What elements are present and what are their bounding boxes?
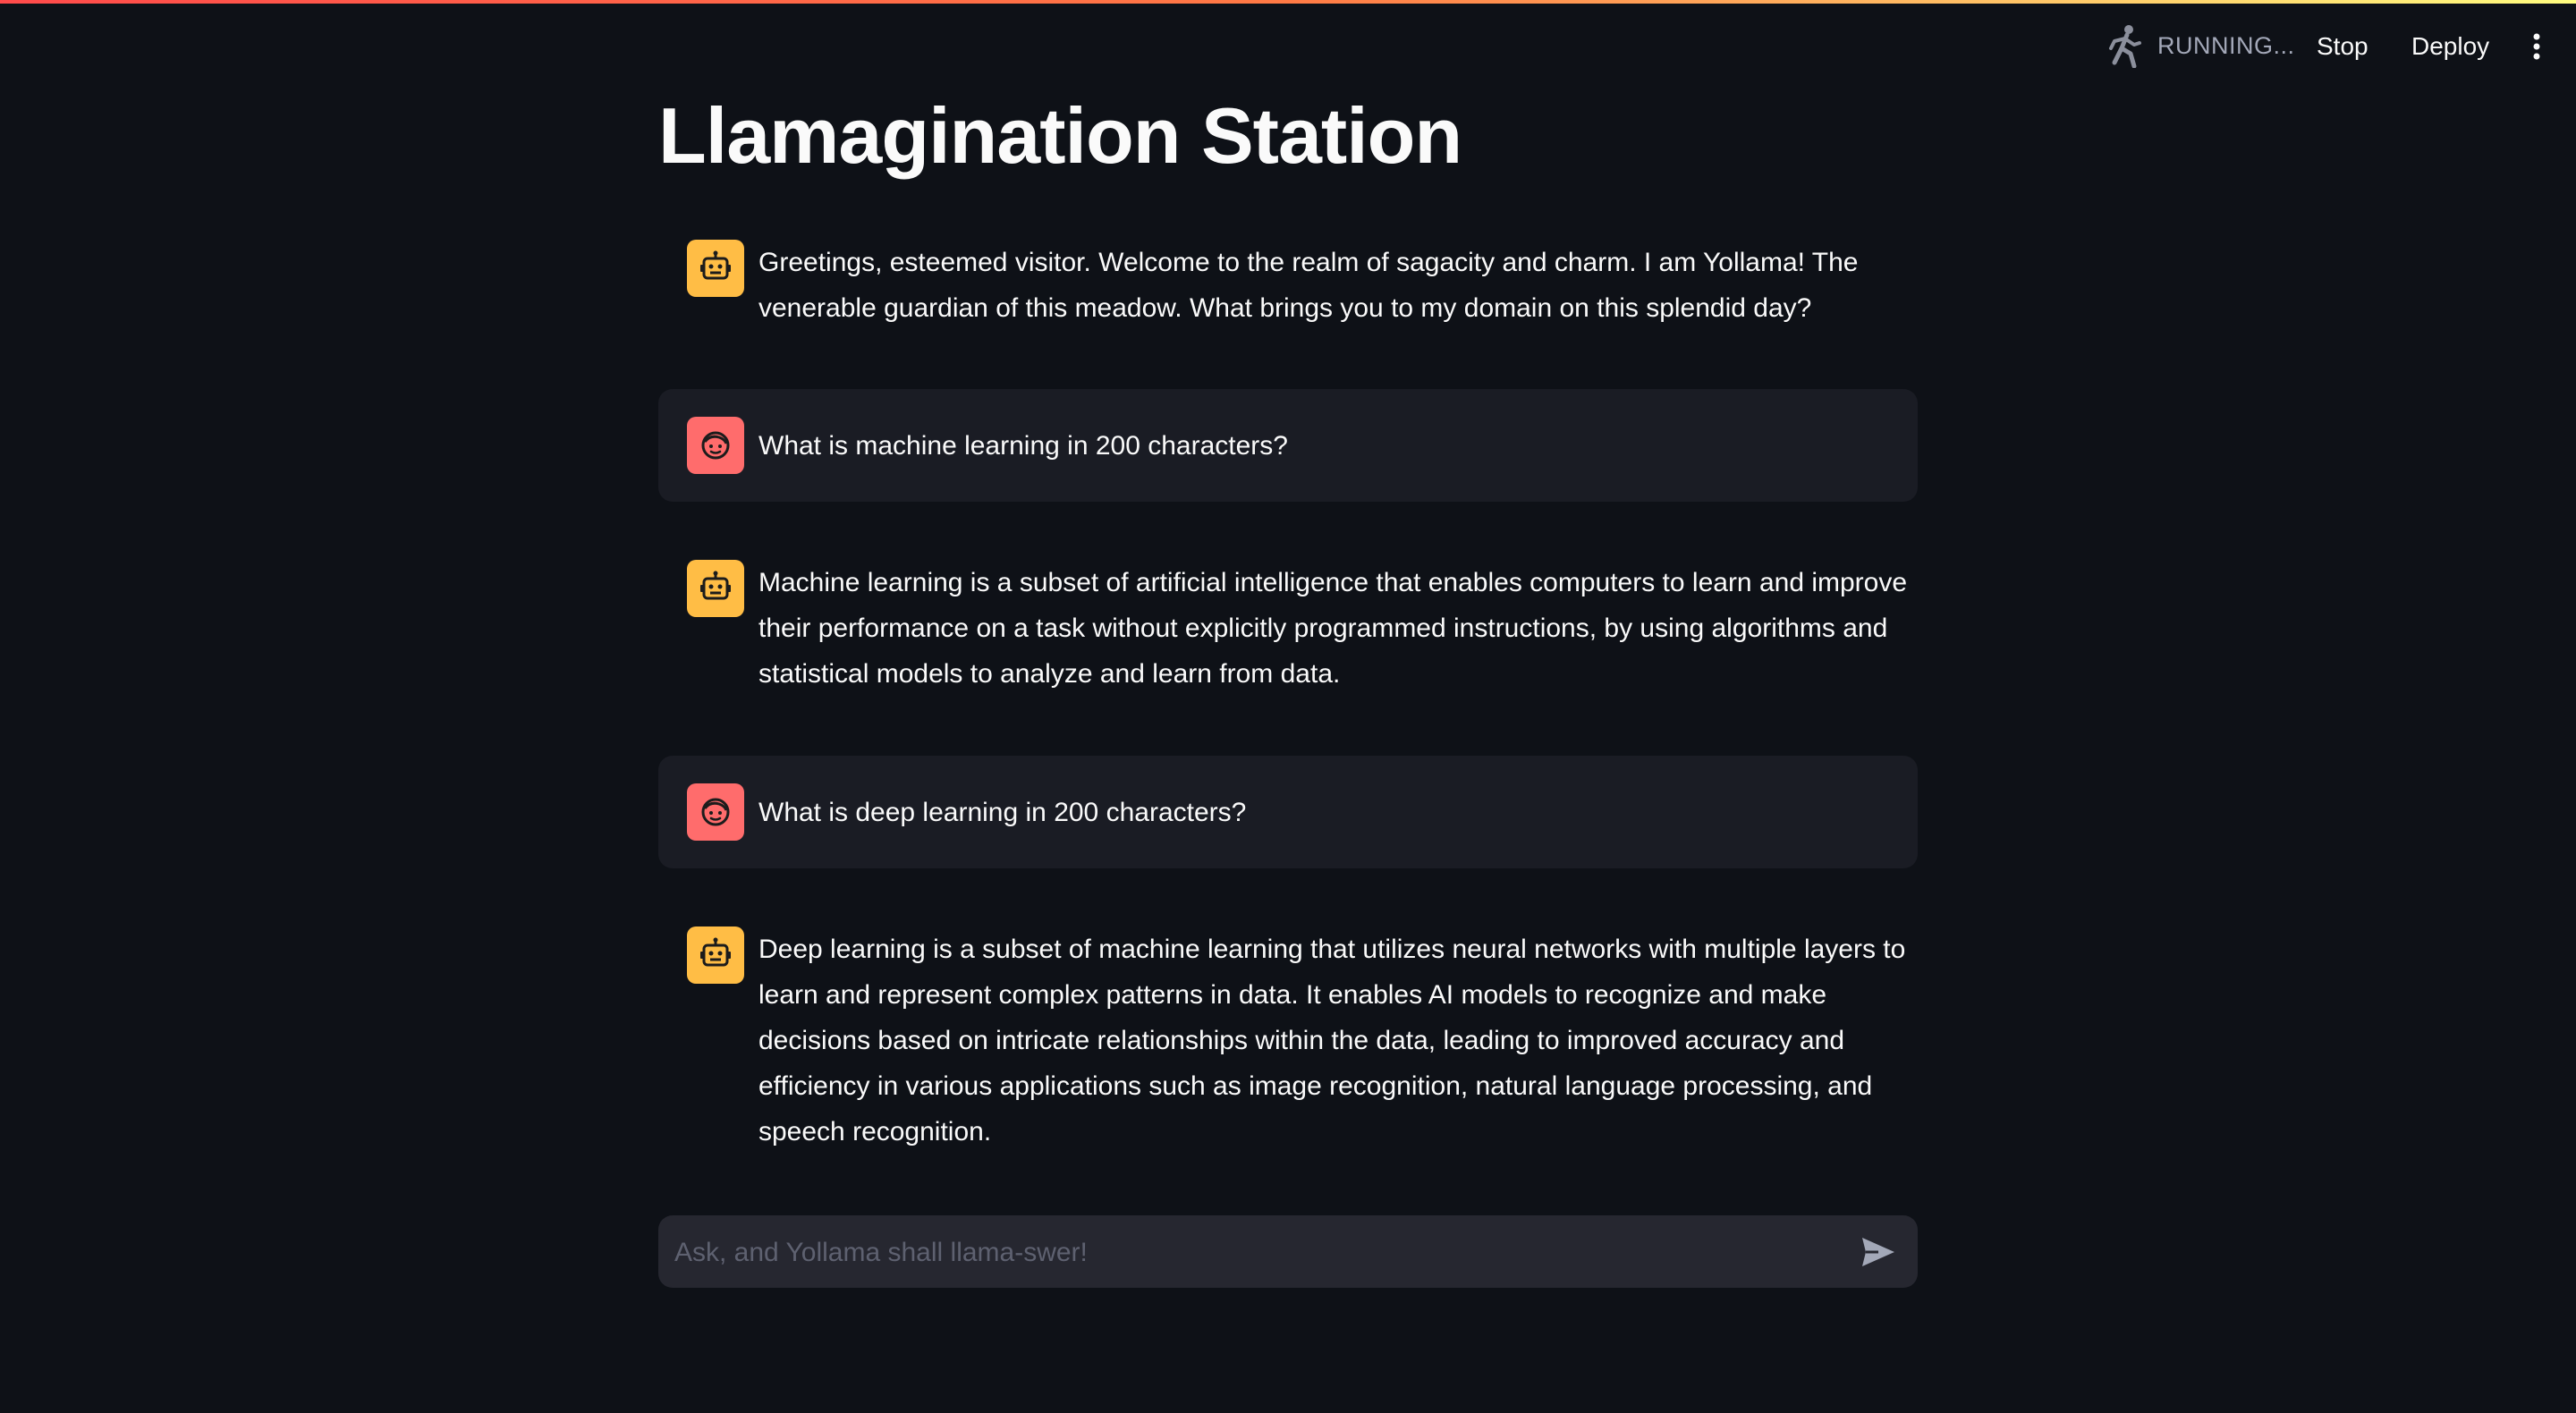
deploy-button[interactable]: Deploy	[2401, 25, 2500, 68]
robot-icon	[700, 571, 731, 600]
chat-message-user: What is machine learning in 200 characte…	[658, 389, 1918, 502]
main-menu-button[interactable]	[2517, 25, 2556, 68]
message-text: Deep learning is a subset of machine lea…	[758, 935, 1906, 1146]
user-avatar	[687, 783, 744, 841]
message-text: Greetings, esteemed visitor. Welcome to …	[758, 248, 1859, 323]
chat-message-assistant: Greetings, esteemed visitor. Welcome to …	[658, 233, 1918, 329]
chat-message-assistant: Machine learning is a subset of artifici…	[658, 553, 1918, 696]
robot-icon	[700, 937, 731, 967]
stop-button[interactable]: Stop	[2306, 25, 2379, 68]
face-icon	[701, 798, 730, 826]
message-text: Machine learning is a subset of artifici…	[758, 568, 1908, 689]
send-button[interactable]	[1857, 1231, 1900, 1273]
chat-message-assistant: Deep learning is a subset of machine lea…	[658, 919, 1918, 1161]
assistant-avatar	[687, 926, 744, 984]
running-status: RUNNING...	[2104, 23, 2295, 68]
message-text: What is machine learning in 200 characte…	[758, 431, 1288, 461]
send-icon	[1862, 1238, 1894, 1266]
chat-input-bar	[658, 1215, 1918, 1290]
message-text: What is deep learning in 200 characters?	[758, 798, 1247, 827]
robot-icon	[700, 250, 731, 280]
app-header: RUNNING... Stop Deploy	[0, 4, 2576, 82]
running-figure-icon	[2109, 25, 2141, 68]
assistant-avatar	[687, 240, 744, 297]
chat-input[interactable]	[673, 1215, 1839, 1290]
page-title: Llamagination Station	[658, 91, 1462, 180]
status-text: RUNNING...	[2157, 31, 2295, 59]
face-icon	[701, 431, 730, 460]
user-avatar	[687, 417, 744, 474]
chat-message-user: What is deep learning in 200 characters?	[658, 756, 1918, 868]
vertical-dots-icon	[2533, 33, 2540, 60]
assistant-avatar	[687, 560, 744, 617]
